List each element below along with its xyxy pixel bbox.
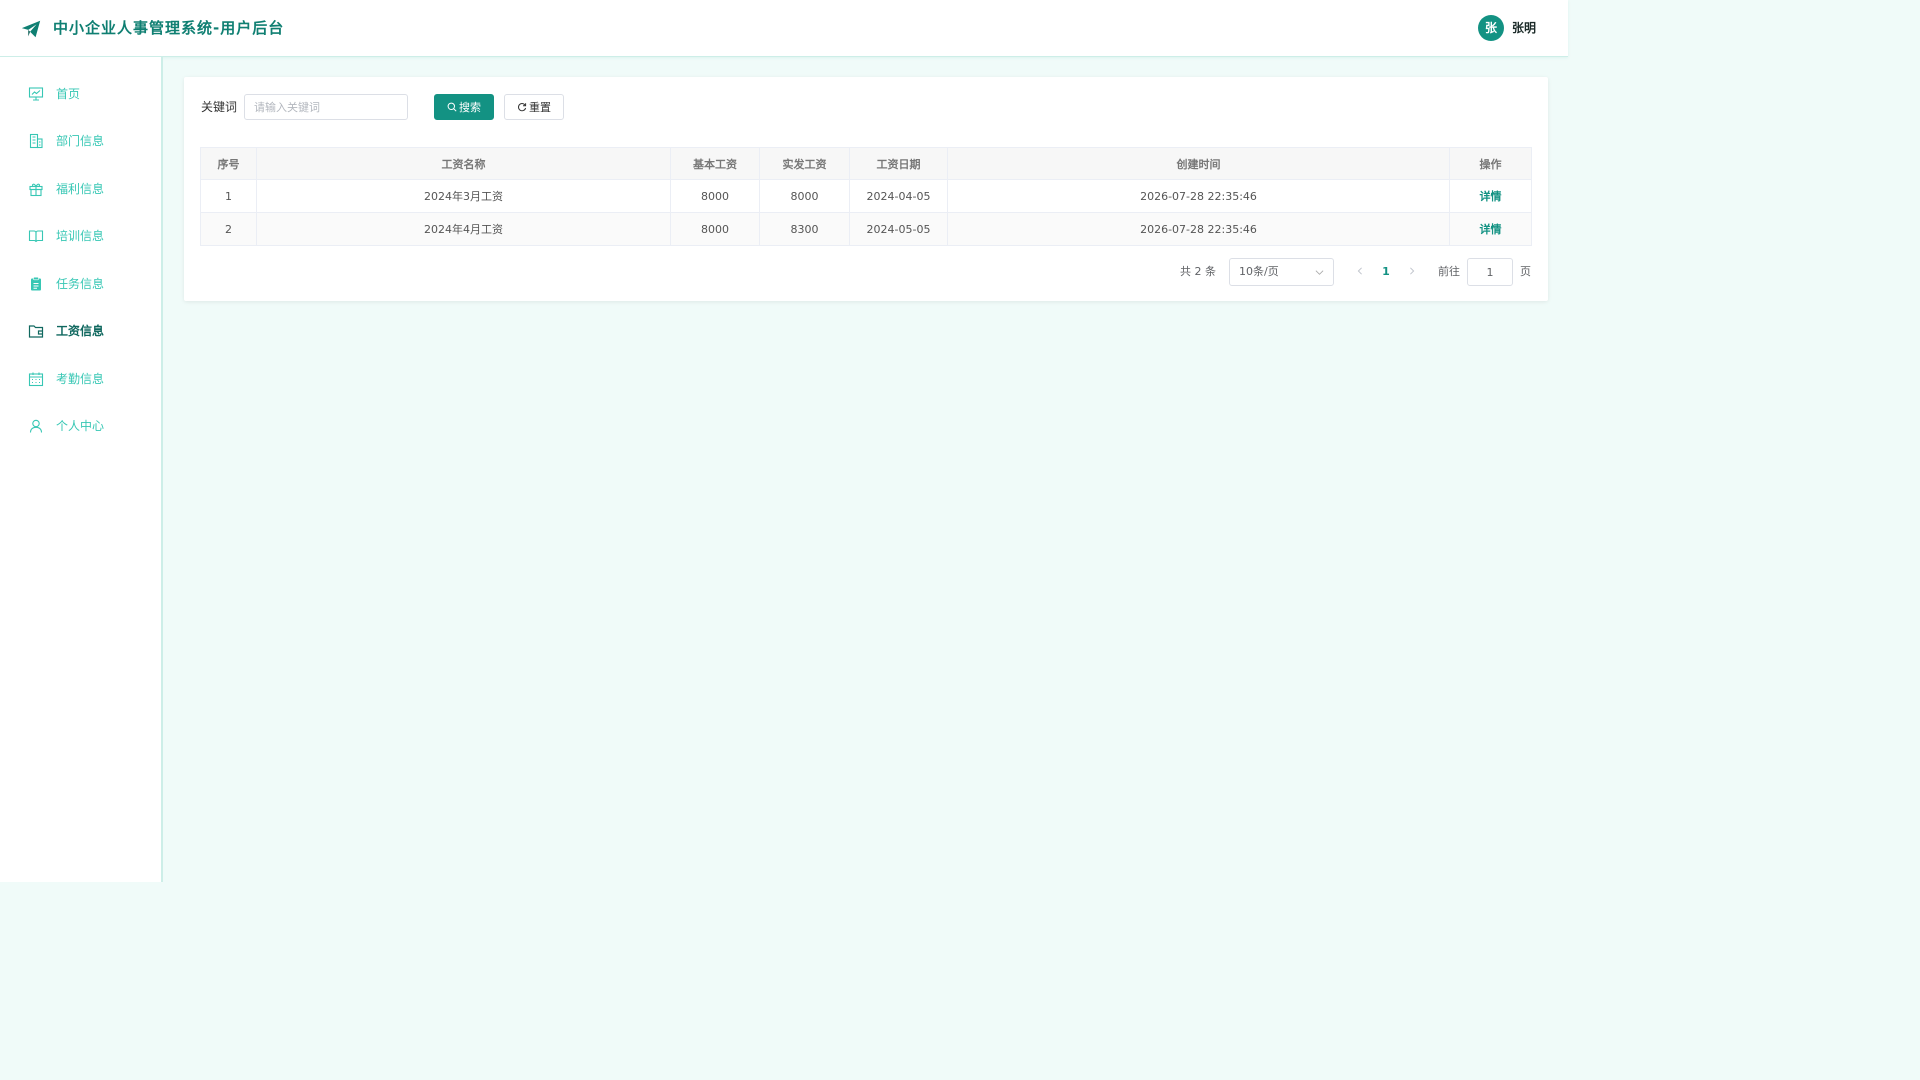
avatar[interactable]: 张 [1478,15,1504,41]
cell-name: 2024年3月工资 [256,179,671,213]
keyword-label: 关键词 [201,100,238,114]
sidebar-item-label: 福利信息 [56,182,105,196]
column-header-name: 工资名称 [256,147,671,180]
keyword-input[interactable] [244,94,408,120]
reset-button-label: 重置 [529,101,551,114]
search-button-label: 搜索 [459,101,481,114]
cell-index: 1 [200,179,257,213]
sidebar-item-label: 个人中心 [56,419,105,433]
chevron-right-icon [1410,267,1415,275]
next-page-button[interactable] [1406,258,1418,286]
sidebar-item-label: 培训信息 [56,229,105,243]
username[interactable]: 张明 [1512,20,1536,36]
page-size-select[interactable]: 10条/页 [1229,258,1334,286]
sidebar-item-welfare[interactable]: 福利信息 [0,169,161,209]
cell-base-salary: 8000 [670,212,760,246]
sidebar-item-profile[interactable]: 个人中心 [0,406,161,446]
cell-index: 2 [200,212,257,246]
sidebar-item-salary[interactable]: 工资信息 [0,311,161,351]
cell-salary-date: 2024-05-05 [849,212,948,246]
goto-label: 前往 [1438,265,1460,278]
sidebar-item-label: 首页 [56,87,81,101]
column-header-created-time: 创建时间 [947,147,1450,180]
detail-link[interactable]: 详情 [1480,190,1502,203]
cell-created-time: 2026-07-28 22:35:46 [947,212,1450,246]
sidebar-item-tasks[interactable]: 任务信息 [0,264,161,304]
column-header-actual-salary: 实发工资 [759,147,850,180]
table-row: 1 2024年3月工资 8000 8000 2024-04-05 2026-07… [200,179,1532,213]
page-size-value: 10条/页 [1239,265,1279,278]
cell-action: 详情 [1449,179,1532,213]
chevron-left-icon [1357,267,1362,275]
cell-salary-date: 2024-04-05 [849,179,948,213]
prev-page-button[interactable] [1354,258,1366,286]
cell-name: 2024年4月工资 [256,212,671,246]
app-title: 中小企业人事管理系统-用户后台 [53,19,285,37]
cell-action: 详情 [1449,212,1532,246]
sidebar-item-label: 任务信息 [56,277,105,291]
search-button[interactable]: 搜索 [434,94,494,120]
page-number[interactable]: 1 [1379,258,1393,286]
reset-button[interactable]: 重置 [504,94,564,120]
refresh-icon [518,103,527,112]
sidebar-item-department[interactable]: 部门信息 [0,121,161,161]
table-row: 2 2024年4月工资 8000 8300 2024-05-05 2026-07… [200,212,1532,246]
gift-icon [28,181,44,197]
sidebar-item-label: 部门信息 [56,134,105,148]
paper-plane-icon [20,18,42,40]
column-header-base-salary: 基本工资 [670,147,760,180]
table-header-row: 序号 工资名称 基本工资 实发工资 工资日期 创建时间 操作 [200,147,1532,180]
goto-page-input[interactable] [1467,258,1513,286]
column-header-index: 序号 [200,147,257,180]
salary-card: 关键词 搜索 重置 序号 工资名称 基本工资 实发工资 工资日期 创建时间 操作… [184,77,1548,301]
cell-created-time: 2026-07-28 22:35:46 [947,179,1450,213]
user-icon [28,418,44,434]
calendar-icon [28,371,44,387]
cell-actual-salary: 8300 [759,212,850,246]
total-count: 共 2 条 [1180,265,1216,278]
page-suffix: 页 [1520,265,1531,278]
chart-icon [28,86,44,102]
detail-link[interactable]: 详情 [1480,223,1502,236]
sidebar-item-training[interactable]: 培训信息 [0,216,161,256]
column-header-action: 操作 [1449,147,1532,180]
salary-table: 序号 工资名称 基本工资 实发工资 工资日期 创建时间 操作 1 2024年3月… [200,147,1532,246]
sidebar-item-label: 工资信息 [56,324,105,338]
building-icon [28,133,44,149]
sidebar-item-attendance[interactable]: 考勤信息 [0,359,161,399]
book-icon [28,228,44,244]
cell-base-salary: 8000 [670,179,760,213]
sidebar: 首页 部门信息 福利信息 培训信息 任务信息 工资信息 考勤信息 个人中心 [0,57,163,882]
chevron-down-icon [1315,270,1324,275]
sidebar-item-label: 考勤信息 [56,372,105,386]
clipboard-icon [28,276,44,292]
wallet-icon [28,323,44,339]
column-header-salary-date: 工资日期 [849,147,948,180]
search-icon [447,102,457,112]
sidebar-item-home[interactable]: 首页 [0,74,161,114]
cell-actual-salary: 8000 [759,179,850,213]
top-header: 中小企业人事管理系统-用户后台 张 张明 [0,0,1568,57]
